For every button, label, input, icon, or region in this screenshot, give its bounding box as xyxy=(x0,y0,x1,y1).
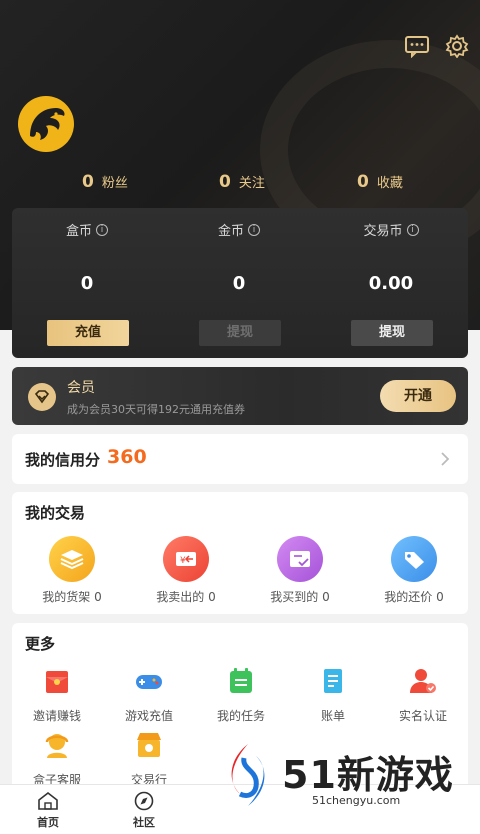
tag-icon xyxy=(391,536,437,582)
tab-label: 社区 xyxy=(133,816,155,829)
trade-section-title: 我的交易 xyxy=(25,504,86,522)
gold-coin-value: 0 xyxy=(232,273,246,294)
fans-label: 粉丝 xyxy=(101,176,128,191)
info-icon[interactable]: i xyxy=(406,223,419,236)
trade-item-label: 我卖出的 0 xyxy=(156,590,216,604)
more-item-bill[interactable]: 账单 xyxy=(298,665,368,724)
red-envelope-icon xyxy=(46,671,68,693)
compass-icon xyxy=(134,791,154,811)
more-item-trade-market[interactable]: 交易行 xyxy=(114,729,184,788)
more-item-label: 我的任务 xyxy=(216,709,265,723)
trade-item-label: 我的还价 0 xyxy=(384,590,444,604)
home-icon xyxy=(38,791,58,810)
box-coin-title: 盒币 xyxy=(65,224,92,239)
more-section-title: 更多 xyxy=(25,635,56,653)
gold-coin-title: 金币 xyxy=(217,224,244,239)
fans-stat[interactable]: 0 粉丝 xyxy=(82,172,128,192)
support-icon xyxy=(45,734,69,758)
credit-score-row[interactable]: 我的信用分 360 xyxy=(12,434,468,484)
collect-count: 0 xyxy=(357,172,369,192)
member-title: 会员 xyxy=(67,380,95,396)
box-coin-value: 0 xyxy=(80,273,94,294)
info-icon[interactable]: i xyxy=(96,223,108,236)
fans-count: 0 xyxy=(82,172,94,192)
shop-icon xyxy=(137,733,161,757)
message-icon[interactable] xyxy=(404,34,430,58)
credit-score: 360 xyxy=(107,446,147,468)
trade-withdraw-button[interactable]: 提现 xyxy=(351,320,433,346)
more-item-support[interactable]: 盒子客服 xyxy=(22,729,92,788)
more-item-label: 游戏充值 xyxy=(124,709,173,723)
watermark: 51新游戏 51chengyu.com xyxy=(218,736,480,814)
more-item-label: 账单 xyxy=(320,709,345,723)
dragon-logo-icon xyxy=(30,108,65,140)
verify-user-icon xyxy=(410,669,436,693)
diamond-icon xyxy=(28,383,56,411)
collect-label: 收藏 xyxy=(376,176,403,191)
bought-icon xyxy=(277,536,323,582)
recharge-button[interactable]: 充值 xyxy=(47,320,129,346)
avatar[interactable] xyxy=(18,96,74,152)
membership-banner[interactable]: 会员 成为会员30天可得192元通用充值券 开通 xyxy=(12,367,468,425)
gold-withdraw-button[interactable]: 提现 xyxy=(199,320,281,346)
trade-item-bargain[interactable]: 我的还价 0 xyxy=(372,536,456,605)
more-item-label: 实名认证 xyxy=(398,709,447,723)
chevron-right-icon xyxy=(441,452,450,466)
tab-community[interactable]: 社区 xyxy=(114,791,174,830)
info-icon[interactable]: i xyxy=(248,223,260,236)
more-item-label: 邀请赚钱 xyxy=(32,709,81,723)
layers-icon xyxy=(49,536,95,582)
gamepad-icon xyxy=(136,675,162,689)
more-item-invite[interactable]: 邀请赚钱 xyxy=(22,665,92,724)
member-subtitle: 成为会员30天可得192元通用充值券 xyxy=(67,403,245,416)
gear-icon[interactable] xyxy=(444,34,470,58)
my-trade-card: 我的交易 我的货架 0 ¥ 我卖出的 0 我买到的 0 我的还价 0 xyxy=(12,492,468,614)
trade-item-shelf[interactable]: 我的货架 0 xyxy=(30,536,114,605)
trade-coin-title: 交易币 xyxy=(363,224,403,239)
sell-icon: ¥ xyxy=(163,536,209,582)
follow-count: 0 xyxy=(219,172,231,192)
tab-label: 首页 xyxy=(37,816,59,829)
trade-item-label: 我的货架 0 xyxy=(42,590,102,604)
trade-item-sold[interactable]: ¥ 我卖出的 0 xyxy=(144,536,228,605)
trade-coin-value: 0.00 xyxy=(368,273,414,294)
task-calendar-icon xyxy=(230,668,252,693)
svg-text:¥: ¥ xyxy=(180,556,186,566)
trade-item-label: 我买到的 0 xyxy=(270,590,330,604)
more-item-game-recharge[interactable]: 游戏充值 xyxy=(114,665,184,724)
credit-label: 我的信用分 xyxy=(25,451,101,469)
open-member-button[interactable]: 开通 xyxy=(380,380,456,412)
wallet-panel: 盒币 i 0 金币 i 0 交易币 i 0.00 充值 提现 提现 xyxy=(12,208,468,358)
more-item-tasks[interactable]: 我的任务 xyxy=(206,665,276,724)
tab-home[interactable]: 首页 xyxy=(18,791,78,830)
watermark-url: 51chengyu.com xyxy=(312,794,401,807)
more-item-verify[interactable]: 实名认证 xyxy=(388,665,458,724)
collect-stat[interactable]: 0 收藏 xyxy=(357,172,403,192)
watermark-text: 51新游戏 xyxy=(282,753,454,797)
bill-icon xyxy=(324,669,342,693)
watermark-logo-icon xyxy=(231,744,265,806)
follow-stat[interactable]: 0 关注 xyxy=(219,172,265,192)
trade-item-bought[interactable]: 我买到的 0 xyxy=(258,536,342,605)
follow-label: 关注 xyxy=(238,176,265,191)
